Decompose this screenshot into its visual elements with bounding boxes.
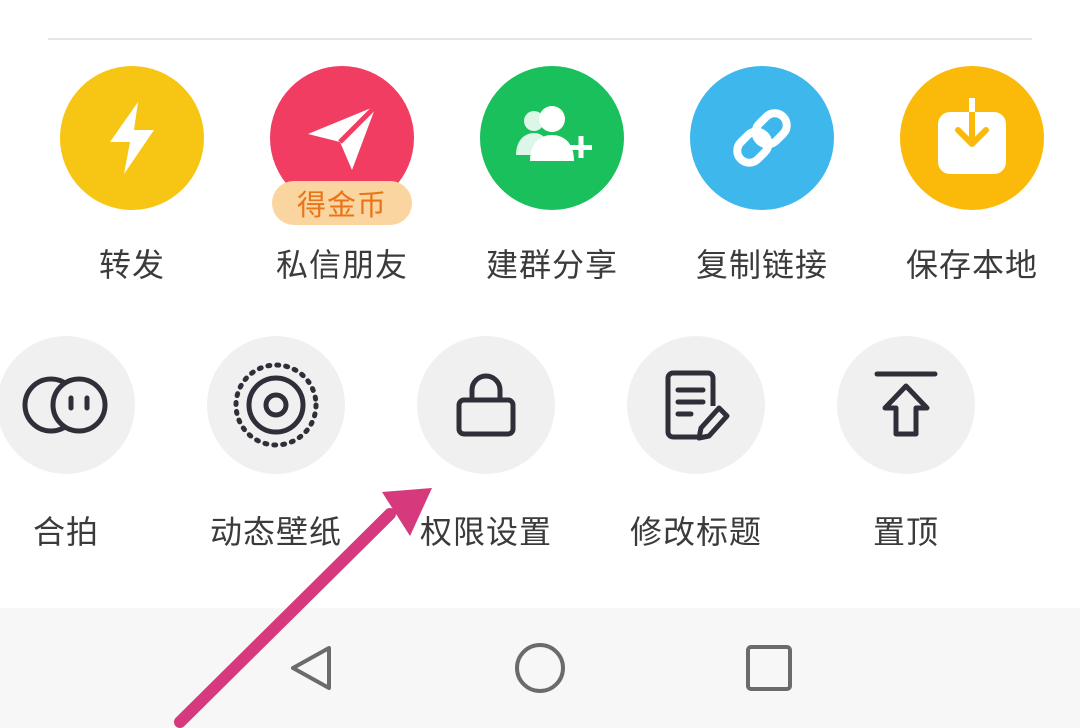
lock-icon <box>417 336 555 474</box>
top-divider <box>48 38 1032 40</box>
paper-plane-icon: 得金币 <box>270 66 414 225</box>
share-copy-link-label: 复制链接 <box>695 246 828 284</box>
add-group-icon <box>480 66 624 210</box>
action-permission-settings-label: 权限设置 <box>419 513 552 551</box>
action-edit-title-label: 修改标题 <box>629 513 762 551</box>
share-create-group-label: 建群分享 <box>485 246 618 284</box>
system-navigation-bar <box>0 608 1080 728</box>
lightning-icon <box>60 66 204 210</box>
share-create-group-button[interactable]: 建群分享 <box>447 66 657 286</box>
action-duet-label: 合拍 <box>32 513 99 551</box>
share-private-message-label: 私信朋友 <box>275 246 408 284</box>
edit-title-icon <box>627 336 765 474</box>
action-pin-top-label: 置顶 <box>872 513 939 551</box>
share-save-local-label: 保存本地 <box>905 246 1038 284</box>
link-icon <box>690 66 834 210</box>
duet-icon <box>0 336 135 474</box>
action-live-wallpaper-button[interactable]: 动态壁纸 <box>171 336 381 553</box>
share-save-local-button[interactable]: 保存本地 <box>867 66 1077 286</box>
back-triangle-icon[interactable] <box>280 638 340 698</box>
gold-coin-badge: 得金币 <box>272 181 412 225</box>
share-forward-button[interactable]: 转发 <box>27 66 237 286</box>
action-permission-settings-button[interactable]: 权限设置 <box>381 336 591 553</box>
home-circle-icon[interactable] <box>510 638 570 698</box>
action-pin-top-button[interactable]: 置顶 <box>801 336 1011 553</box>
recents-square-icon[interactable] <box>739 638 799 698</box>
share-copy-link-button[interactable]: 复制链接 <box>657 66 867 286</box>
action-live-wallpaper-label: 动态壁纸 <box>209 513 342 551</box>
action-edit-title-button[interactable]: 修改标题 <box>591 336 801 553</box>
pin-top-icon <box>837 336 975 474</box>
download-icon <box>900 66 1044 210</box>
action-duet-button[interactable]: 合拍 <box>0 336 171 553</box>
share-private-message-button[interactable]: 得金币 私信朋友 <box>237 66 447 286</box>
live-wallpaper-icon <box>207 336 345 474</box>
share-forward-label: 转发 <box>98 246 165 284</box>
